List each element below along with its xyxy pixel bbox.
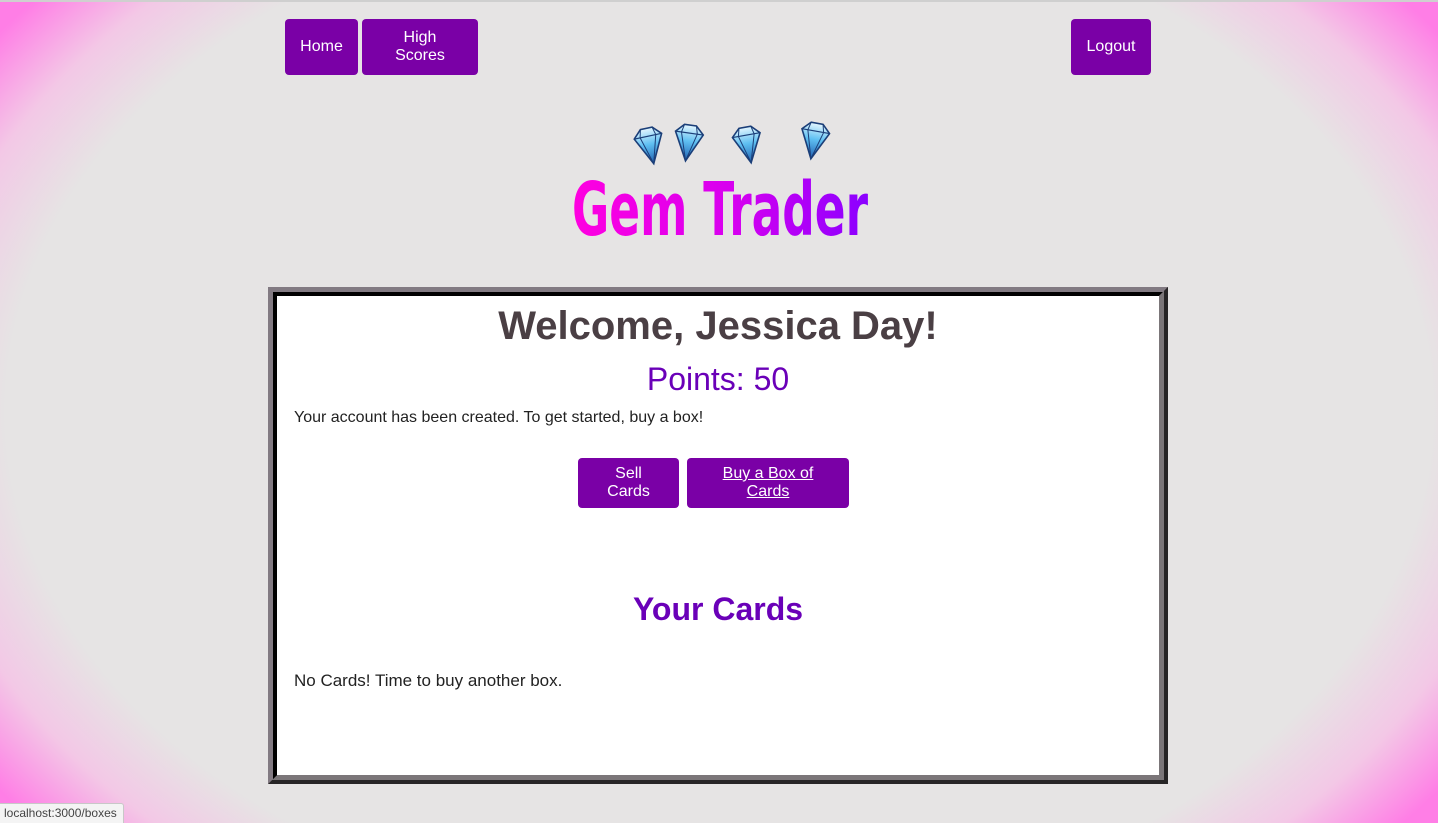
account-panel: Welcome, Jessica Day! Points: 50 Your ac… (268, 287, 1168, 784)
logo-graphic: Gem Trader (572, 121, 868, 253)
no-cards-message: No Cards! Time to buy another box. (294, 671, 563, 690)
your-cards-heading: Your Cards (632, 591, 804, 627)
buy-box-button[interactable]: Buy a Box of Cards (687, 458, 849, 508)
buy-box-button-label: Buy a Box of Cards (722, 465, 814, 500)
logo-text: Gem Trader (572, 167, 868, 245)
home-button[interactable]: Home (285, 19, 358, 75)
logout-button[interactable]: Logout (1071, 19, 1151, 75)
diamond-icon (674, 123, 705, 163)
diamond-icon (731, 125, 761, 165)
account-created-message: Your account has been created. To get st… (294, 409, 704, 426)
points-display: Points: 50 (646, 361, 790, 397)
diamond-icon (633, 126, 663, 166)
top-divider (0, 0, 1438, 2)
high-scores-button[interactable]: High Scores (362, 19, 478, 75)
gem-trader-logo[interactable]: Gem Trader (560, 110, 880, 253)
diamond-icon (801, 121, 831, 161)
welcome-heading: Welcome, Jessica Day! (498, 304, 938, 348)
sell-cards-button[interactable]: Sell Cards (578, 458, 679, 508)
browser-status-url: localhost:3000/boxes (0, 803, 124, 823)
